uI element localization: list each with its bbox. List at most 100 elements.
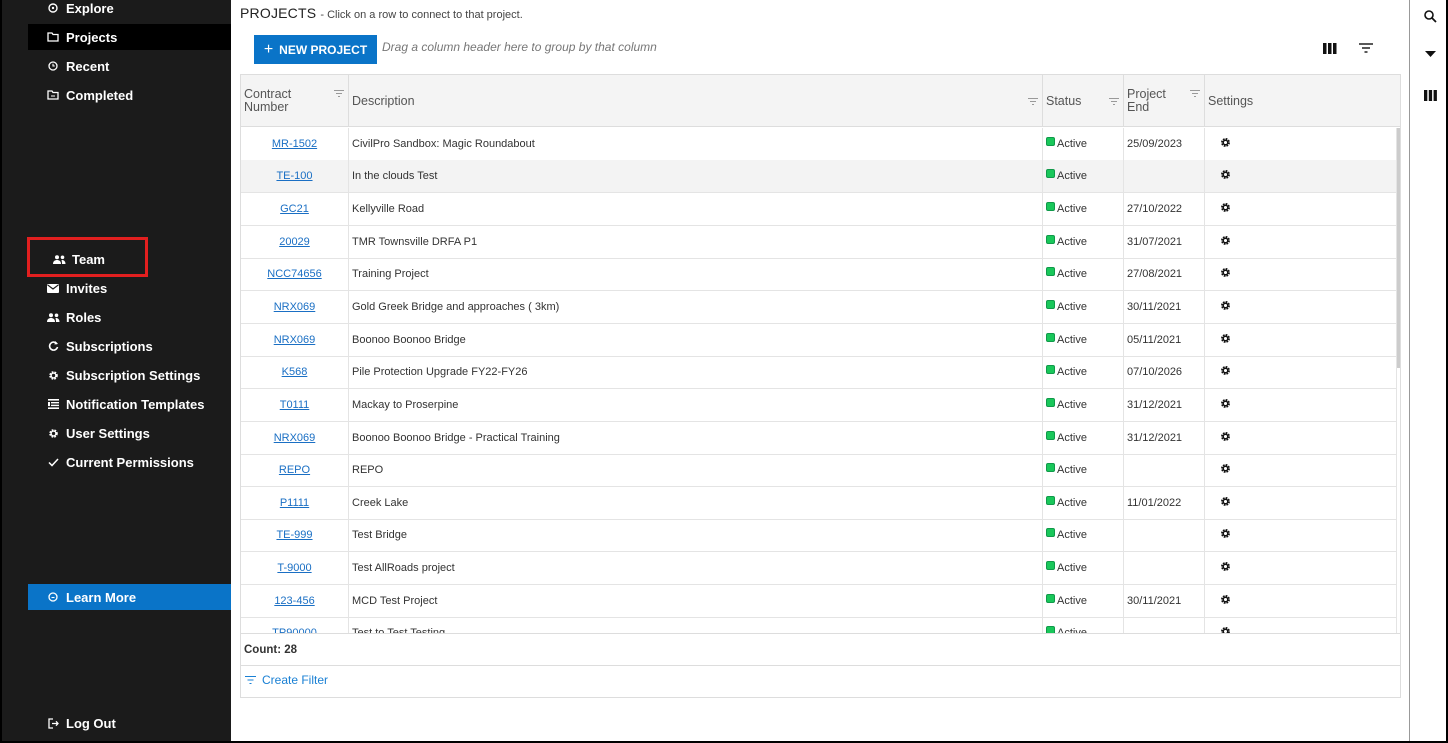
create-filter-link[interactable]: Create Filter <box>245 673 328 687</box>
gear-icon <box>46 428 60 439</box>
sidebar-item-roles[interactable]: Roles <box>28 304 101 330</box>
cell-project-end <box>1124 454 1205 486</box>
contract-number-link[interactable]: 20029 <box>279 236 310 248</box>
contract-number-link[interactable]: NRX069 <box>274 301 316 313</box>
column-header-contract-number[interactable]: Contract Number <box>241 75 349 127</box>
gear-icon[interactable] <box>1220 626 1231 633</box>
cell-contract-number: 123-456 <box>241 585 349 617</box>
gear-icon[interactable] <box>1220 561 1231 575</box>
table-row[interactable]: NRX069 Boonoo Boonoo Bridge Active 05/11/20… <box>241 324 1397 357</box>
contract-number-link[interactable]: K568 <box>282 366 308 378</box>
table-row[interactable]: GC21 Kellyville Road Active 27/10/2022 <box>241 193 1397 226</box>
gear-icon[interactable] <box>1220 137 1231 151</box>
table-row[interactable]: TE-999 Test Bridge Active <box>241 519 1397 552</box>
column-header-label: Contract Number <box>244 87 292 114</box>
contract-number-link[interactable]: NRX069 <box>274 334 316 346</box>
table-row[interactable]: 123-456 MCD Test Project Active 30/11/2021 <box>241 585 1397 618</box>
sidebar-item-current-permissions[interactable]: Current Permissions <box>28 449 194 475</box>
status-label: Active <box>1057 366 1087 378</box>
table-row[interactable]: REPO REPO Active <box>241 454 1397 487</box>
column-header-description[interactable]: Description <box>349 75 1043 127</box>
sidebar-item-label: Log Out <box>66 715 116 731</box>
table-row[interactable]: K568 Pile Protection Upgrade FY22-FY26 Act… <box>241 356 1397 389</box>
table-row[interactable]: TP90000 Test to Test Testing Active <box>241 617 1397 633</box>
status-label: Active <box>1057 203 1087 215</box>
filter-icon[interactable] <box>1357 40 1375 56</box>
contract-number-link[interactable]: T-9000 <box>277 562 311 574</box>
cell-settings <box>1205 193 1397 225</box>
gear-icon[interactable] <box>1220 267 1231 281</box>
contract-number-link[interactable]: 123-456 <box>274 595 314 607</box>
caret-down-icon[interactable] <box>1422 46 1438 62</box>
sidebar-item-notification-templates[interactable]: Notification Templates <box>28 391 204 417</box>
filter-icon[interactable] <box>1109 95 1119 108</box>
filter-icon[interactable] <box>1028 95 1038 108</box>
sidebar-item-label: Projects <box>66 29 118 45</box>
right-rail <box>1409 0 1448 743</box>
table-row[interactable]: MR-1502 CivilPro Sandbox: Magic Roundabou… <box>241 128 1397 161</box>
sidebar-item-explore[interactable]: Explore <box>28 0 114 21</box>
cell-contract-number: TE-999 <box>241 519 349 551</box>
table-row[interactable]: TE-100 In the clouds Test Active <box>241 160 1397 193</box>
gear-icon[interactable] <box>1220 594 1231 608</box>
search-icon[interactable] <box>1422 8 1438 24</box>
cell-status: Active <box>1043 193 1124 225</box>
sidebar-item-label: User Settings <box>66 425 150 441</box>
column-header-settings[interactable]: Settings <box>1205 75 1400 127</box>
contract-number-link[interactable]: T0111 <box>280 399 310 411</box>
group-panel-hint[interactable]: Drag a column header here to group by th… <box>382 40 657 54</box>
contract-number-link[interactable]: GC21 <box>280 203 309 215</box>
column-chooser-icon[interactable] <box>1321 40 1339 56</box>
filter-icon[interactable] <box>334 87 344 100</box>
contract-number-link[interactable]: TE-100 <box>276 170 312 182</box>
contract-number-link[interactable]: MR-1502 <box>272 138 317 150</box>
cell-status: Active <box>1043 128 1124 160</box>
sidebar-item-invites[interactable]: Invites <box>28 275 107 301</box>
sidebar-item-subscription-settings[interactable]: Subscription Settings <box>28 362 200 388</box>
table-row[interactable]: NRX069 Gold Greek Bridge and approaches (… <box>241 291 1397 324</box>
table-row[interactable]: T-9000 Test AllRoads project Active <box>241 552 1397 585</box>
table-row[interactable]: NCC74656 Training Project Active 27/08/2021 <box>241 258 1397 291</box>
sidebar-item-completed[interactable]: Completed <box>28 82 133 108</box>
cell-settings <box>1205 422 1397 454</box>
status-indicator-icon <box>1046 495 1055 505</box>
envelope-icon <box>46 283 60 293</box>
sidebar-item-user-settings[interactable]: User Settings <box>28 420 150 446</box>
gear-icon[interactable] <box>1220 202 1231 216</box>
cell-description: In the clouds Test <box>349 160 1043 192</box>
logout-button[interactable]: Log Out <box>28 710 116 736</box>
sidebar-item-projects[interactable]: Projects <box>28 24 231 50</box>
cell-description: Test to Test Testing <box>349 617 1043 633</box>
status-label: Active <box>1057 268 1087 280</box>
vertical-scrollbar[interactable] <box>1397 128 1400 368</box>
gear-icon[interactable] <box>1220 169 1231 183</box>
contract-number-link[interactable]: NCC74656 <box>267 268 321 280</box>
filter-icon[interactable] <box>1190 87 1200 100</box>
gear-icon[interactable] <box>1220 431 1231 445</box>
gear-icon[interactable] <box>1220 235 1231 249</box>
gear-icon[interactable] <box>1220 365 1231 379</box>
table-row[interactable]: P1111 Creek Lake Active 11/01/2022 <box>241 487 1397 520</box>
column-header-status[interactable]: Status <box>1043 75 1124 127</box>
contract-number-link[interactable]: NRX069 <box>274 432 316 444</box>
contract-number-link[interactable]: REPO <box>279 464 310 476</box>
sidebar-item-subscriptions[interactable]: Subscriptions <box>28 333 153 359</box>
table-row[interactable]: 20029 TMR Townsville DRFA P1 Active 31/07/2… <box>241 226 1397 259</box>
sidebar-item-recent[interactable]: Recent <box>28 53 109 79</box>
table-row[interactable]: T0111 Mackay to Proserpine Active 31/12/202… <box>241 389 1397 422</box>
column-header-project-end[interactable]: Project End <box>1124 75 1205 127</box>
contract-number-link[interactable]: P1111 <box>280 497 309 509</box>
gear-icon[interactable] <box>1220 528 1231 542</box>
contract-number-link[interactable]: TE-999 <box>276 529 312 541</box>
learn-more-button[interactable]: Learn More <box>28 584 231 610</box>
gear-icon[interactable] <box>1220 463 1231 477</box>
new-project-button[interactable]: + NEW PROJECT <box>254 35 377 64</box>
page-title-text: PROJECTS <box>240 5 317 21</box>
gear-icon[interactable] <box>1220 333 1231 347</box>
plus-icon: + <box>263 40 274 58</box>
gear-icon[interactable] <box>1220 496 1231 510</box>
gear-icon[interactable] <box>1220 398 1231 412</box>
columns-icon[interactable] <box>1422 87 1438 103</box>
table-row[interactable]: NRX069 Boonoo Boonoo Bridge - Practical T… <box>241 422 1397 455</box>
gear-icon[interactable] <box>1220 300 1231 314</box>
